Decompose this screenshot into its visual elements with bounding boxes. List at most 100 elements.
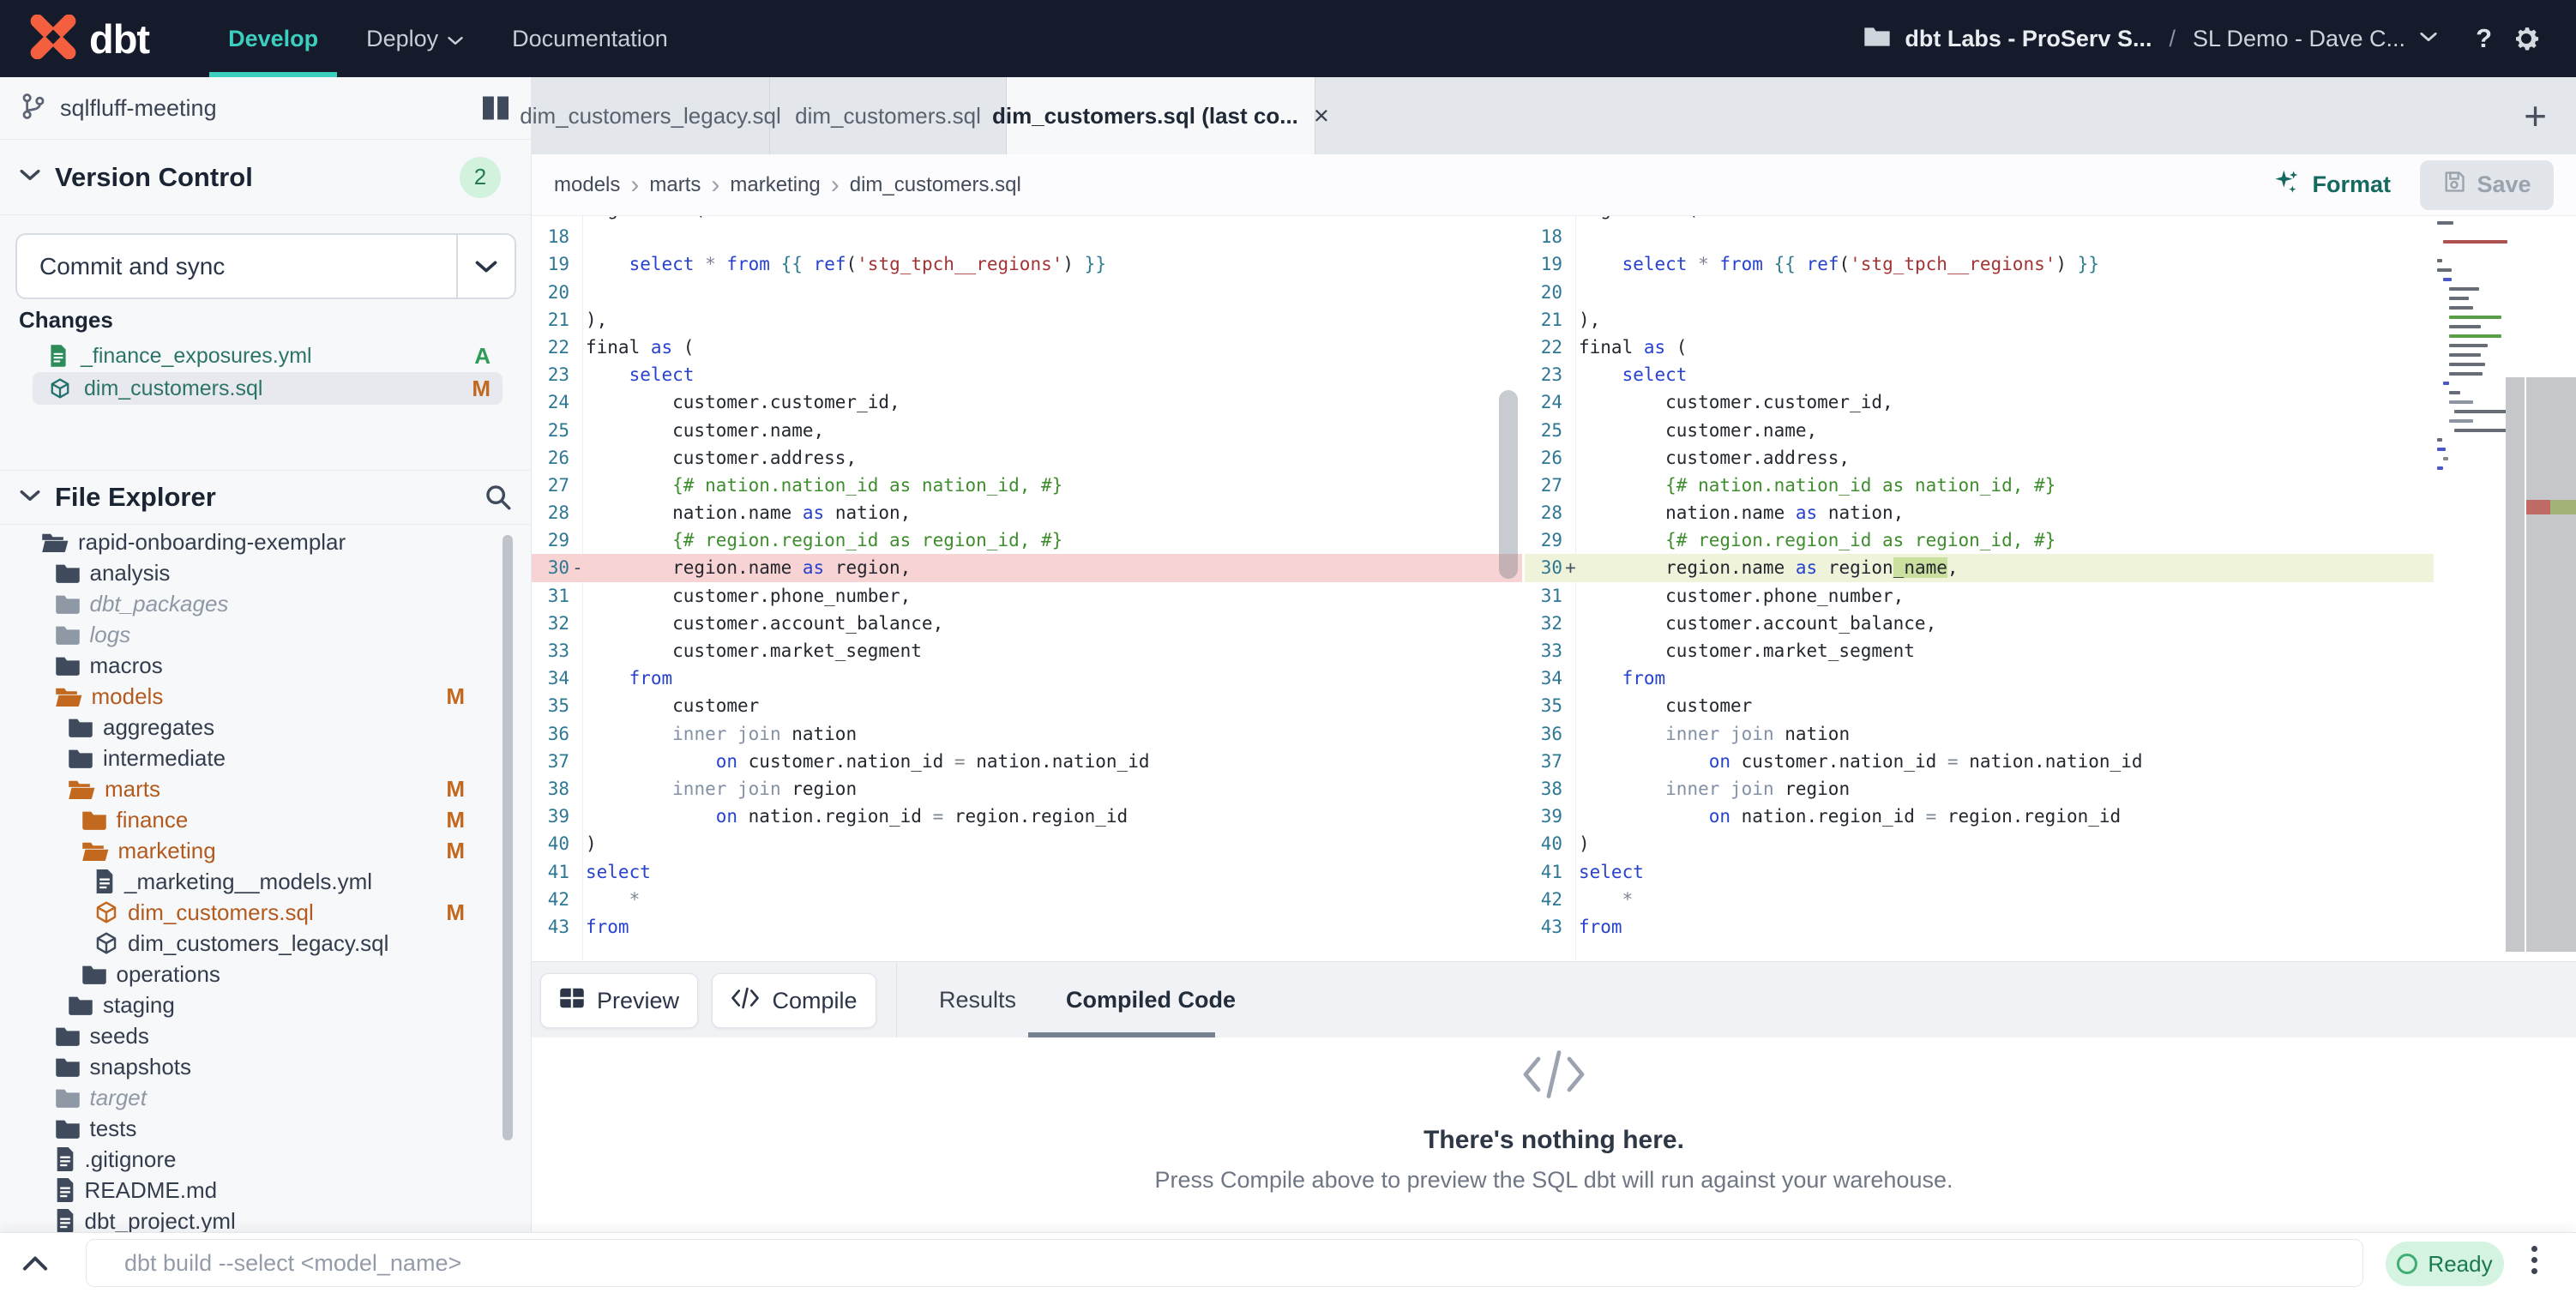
new-tab-button[interactable]: + (2524, 77, 2547, 154)
code-line-41[interactable]: 41select (1525, 858, 2434, 886)
code-line-20[interactable]: 20 (1525, 279, 2434, 306)
panel-tab-compiled-code[interactable]: Compiled Code (1066, 987, 1236, 1013)
code-line-25[interactable]: 25 customer.name, (532, 417, 1522, 444)
code-line-32[interactable]: 32 customer.account_balance, (532, 610, 1522, 637)
code-line-18[interactable]: 18 (1525, 223, 2434, 250)
code-line-36[interactable]: 36 inner join nation (532, 720, 1522, 748)
settings-gear-icon[interactable] (2511, 23, 2542, 54)
format-button[interactable]: Format (2272, 168, 2391, 201)
tree-item-dim-customers-sql[interactable]: dim_customers.sqlM (0, 897, 520, 928)
code-line-35[interactable]: 35 customer (1525, 692, 2434, 719)
code-line-33[interactable]: 33 customer.market_segment (532, 637, 1522, 665)
code-line-28[interactable]: 28 nation.name as nation, (532, 499, 1522, 526)
commit-options-caret[interactable] (456, 235, 515, 298)
tree-item-finance[interactable]: financeM (0, 804, 520, 835)
commit-and-sync-button[interactable]: Commit and sync (15, 233, 516, 299)
environment-selector[interactable]: SL Demo - Dave C... (2193, 26, 2405, 52)
tree-item-operations[interactable]: operations (0, 959, 520, 989)
code-line-28[interactable]: 28 nation.name as nation, (1525, 499, 2434, 526)
code-line-29[interactable]: 29 {# region.region_id as region_id, #} (1525, 526, 2434, 554)
code-line-18[interactable]: 18 (532, 223, 1522, 250)
code-line-37[interactable]: 37 on customer.nation_id = nation.nation… (1525, 748, 2434, 775)
diff-overview-ruler[interactable] (2526, 377, 2576, 952)
project-name[interactable]: dbt Labs - ProServ S... (1905, 26, 2152, 52)
code-line-37[interactable]: 37 on customer.nation_id = nation.nation… (532, 748, 1522, 775)
right-pane-scrollbar[interactable] (2506, 377, 2525, 952)
diff-pane-original[interactable]: 17region as (1819 select * from {{ ref('… (532, 216, 1522, 961)
version-control-header[interactable]: Version Control 2 (0, 140, 532, 215)
tree-item-gitignore[interactable]: .gitignore (0, 1144, 520, 1175)
tree-item-seeds[interactable]: seeds (0, 1020, 520, 1051)
tree-item-marketing[interactable]: marketingM (0, 835, 520, 866)
code-line-24[interactable]: 24 customer.customer_id, (1525, 388, 2434, 416)
nav-item-develop[interactable]: Develop (204, 0, 342, 77)
code-line-31[interactable]: 31 customer.phone_number, (532, 582, 1522, 610)
code-line-35[interactable]: 35 customer (532, 692, 1522, 719)
code-line-23[interactable]: 23 select (532, 361, 1522, 388)
tree-item-models[interactable]: modelsM (0, 681, 520, 712)
tree-item-dbt-project-yml[interactable]: dbt_project.yml (0, 1206, 520, 1232)
tree-item-target[interactable]: target (0, 1082, 520, 1113)
code-line-34[interactable]: 34 from (1525, 665, 2434, 692)
chevron-up-icon[interactable] (21, 1254, 50, 1277)
tree-item-analysis[interactable]: analysis (0, 557, 520, 588)
code-line-27[interactable]: 27 {# nation.nation_id as nation_id, #} (1525, 472, 2434, 499)
code-line-23[interactable]: 23 select (1525, 361, 2434, 388)
code-line-40[interactable]: 40) (532, 830, 1522, 857)
code-line-38[interactable]: 38 inner join region (1525, 775, 2434, 803)
nav-item-deploy[interactable]: Deploy (342, 0, 488, 77)
code-line-21[interactable]: 21), (532, 306, 1522, 334)
command-input[interactable] (86, 1239, 2363, 1287)
nav-item-documentation[interactable]: Documentation (488, 0, 692, 77)
tree-item-aggregates[interactable]: aggregates (0, 712, 520, 743)
code-line-22[interactable]: 22final as ( (1525, 334, 2434, 361)
git-branch-row[interactable]: sqlfluff-meeting (0, 77, 532, 140)
code-line-43[interactable]: 43from (1525, 913, 2434, 941)
file-tree-scrollbar[interactable] (503, 535, 513, 1140)
editor-tab-0[interactable]: dim_customers_legacy.sql (532, 77, 770, 154)
code-line-33[interactable]: 33 customer.market_segment (1525, 637, 2434, 665)
dbt-logo[interactable]: dbt (29, 15, 149, 63)
editor-tab-2[interactable]: dim_customers.sql (last co...× (1007, 77, 1315, 154)
tree-item-readme-md[interactable]: README.md (0, 1175, 520, 1206)
code-line-29[interactable]: 29 {# region.region_id as region_id, #} (532, 526, 1522, 554)
code-line-30[interactable]: 30- region.name as region, (532, 554, 1522, 581)
code-line-24[interactable]: 24 customer.customer_id, (532, 388, 1522, 416)
code-line-42[interactable]: 42 * (532, 886, 1522, 913)
code-line-19[interactable]: 19 select * from {{ ref('stg_tpch__regio… (1525, 250, 2434, 278)
change-item-dim-customers-sql[interactable]: dim_customers.sqlM (33, 372, 503, 405)
tree-item-snapshots[interactable]: snapshots (0, 1051, 520, 1082)
code-line-17[interactable]: 17region as ( (1525, 216, 2434, 223)
code-line-34[interactable]: 34 from (532, 665, 1522, 692)
tree-item-macros[interactable]: macros (0, 650, 520, 681)
docs-book-icon[interactable] (480, 95, 511, 121)
code-line-30[interactable]: 30+ region.name as region_name, (1525, 554, 2434, 581)
file-explorer-header[interactable]: File Explorer (0, 470, 532, 525)
tree-item-logs[interactable]: logs (0, 619, 520, 650)
code-line-21[interactable]: 21), (1525, 306, 2434, 334)
minimap[interactable] (2437, 221, 2509, 476)
code-line-26[interactable]: 26 customer.address, (532, 444, 1522, 472)
code-line-27[interactable]: 27 {# nation.nation_id as nation_id, #} (532, 472, 1522, 499)
code-line-25[interactable]: 25 customer.name, (1525, 417, 2434, 444)
kebab-menu-icon[interactable] (2531, 1246, 2537, 1274)
diff-pane-modified[interactable]: 17region as (1819 select * from {{ ref('… (1525, 216, 2434, 961)
code-line-32[interactable]: 32 customer.account_balance, (1525, 610, 2434, 637)
close-icon[interactable]: × (1314, 100, 1329, 131)
compile-button[interactable]: Compile (712, 973, 876, 1028)
left-pane-scrollbar[interactable] (1499, 390, 1518, 579)
search-icon[interactable] (484, 483, 513, 512)
code-line-41[interactable]: 41select (532, 858, 1522, 886)
code-line-40[interactable]: 40) (1525, 830, 2434, 857)
code-line-39[interactable]: 39 on nation.region_id = region.region_i… (532, 803, 1522, 830)
help-icon[interactable]: ? (2476, 23, 2492, 54)
code-line-39[interactable]: 39 on nation.region_id = region.region_i… (1525, 803, 2434, 830)
code-line-36[interactable]: 36 inner join nation (1525, 720, 2434, 748)
editor-tab-1[interactable]: dim_customers.sql (770, 77, 1007, 154)
tree-item-tests[interactable]: tests (0, 1113, 520, 1144)
code-line-38[interactable]: 38 inner join region (532, 775, 1522, 803)
tree-item-marketing-models-yml[interactable]: _marketing__models.yml (0, 866, 520, 897)
code-line-42[interactable]: 42 * (1525, 886, 2434, 913)
code-line-26[interactable]: 26 customer.address, (1525, 444, 2434, 472)
save-button[interactable]: Save (2420, 160, 2554, 210)
